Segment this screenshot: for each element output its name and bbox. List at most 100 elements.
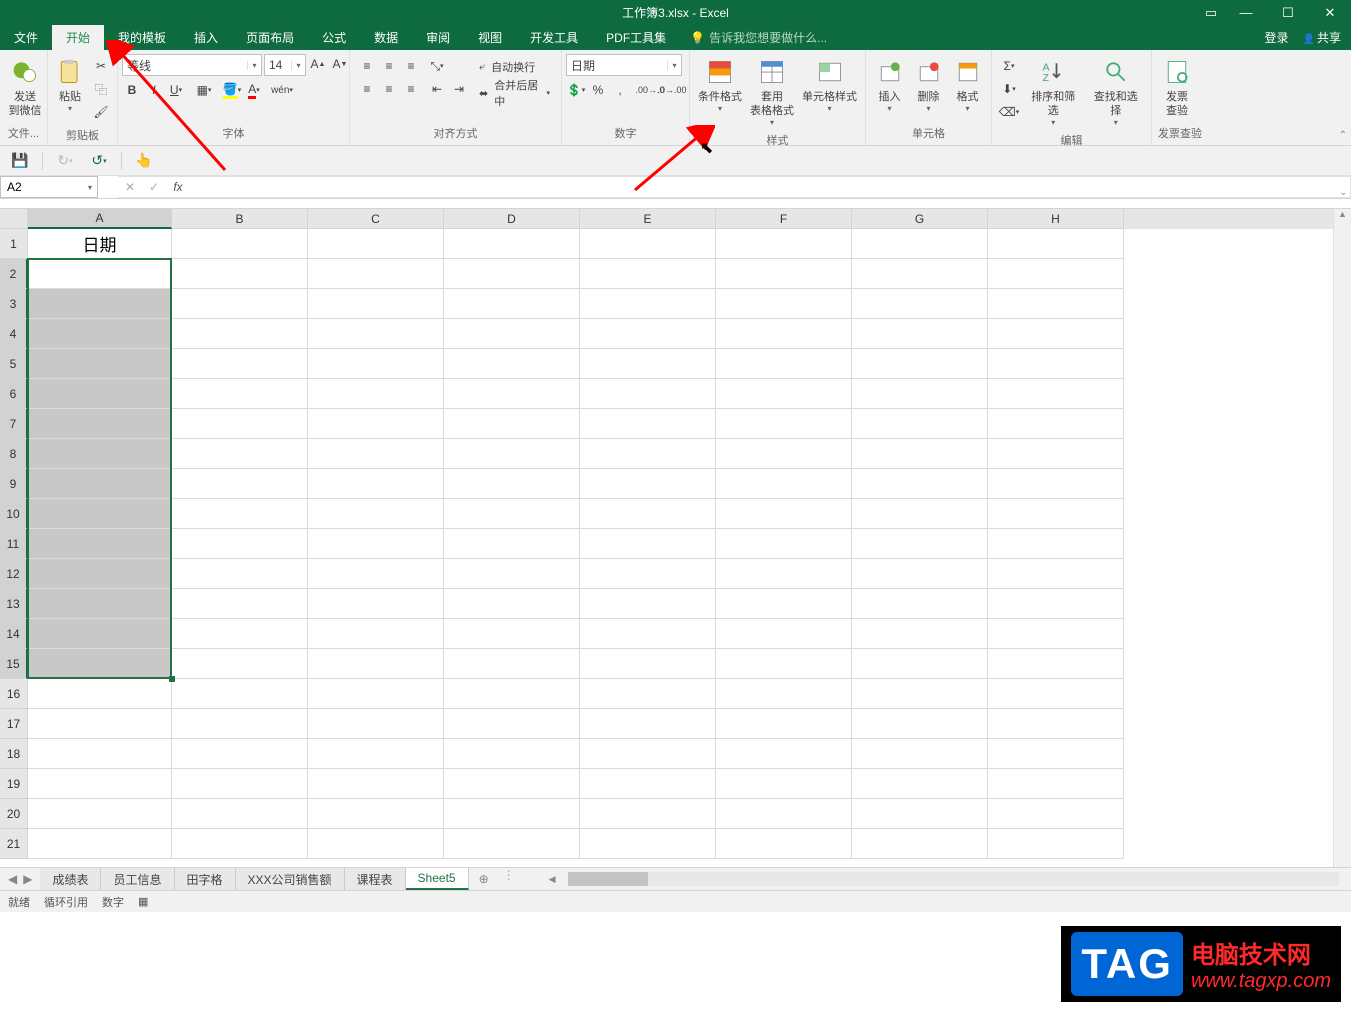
- sheet-tab[interactable]: XXX公司销售额: [236, 868, 345, 890]
- row-header[interactable]: 2: [0, 259, 28, 289]
- redo-button[interactable]: ↻▾: [53, 149, 77, 173]
- cell[interactable]: [308, 409, 444, 439]
- cell[interactable]: [172, 529, 308, 559]
- cell[interactable]: [28, 529, 172, 559]
- column-header[interactable]: G: [852, 209, 988, 229]
- fill-button[interactable]: ⬇▾: [999, 79, 1019, 99]
- sheet-tab[interactable]: 成绩表: [40, 868, 101, 890]
- italic-button[interactable]: I: [144, 80, 164, 100]
- cell[interactable]: [988, 469, 1124, 499]
- cell[interactable]: [716, 379, 852, 409]
- format-painter-button[interactable]: 🖌: [91, 102, 111, 122]
- column-header[interactable]: C: [308, 209, 444, 229]
- cell[interactable]: [716, 649, 852, 679]
- cell[interactable]: [988, 709, 1124, 739]
- cell[interactable]: [580, 799, 716, 829]
- cell[interactable]: [988, 529, 1124, 559]
- cell[interactable]: [716, 559, 852, 589]
- cell[interactable]: [580, 769, 716, 799]
- formula-input[interactable]: [190, 180, 1350, 194]
- cell[interactable]: [580, 409, 716, 439]
- tell-me-search[interactable]: 💡 告诉我您想要做什么...: [690, 25, 827, 50]
- cell[interactable]: [28, 709, 172, 739]
- login-link[interactable]: 登录: [1265, 29, 1289, 46]
- cell[interactable]: [308, 559, 444, 589]
- cell[interactable]: [580, 739, 716, 769]
- cell[interactable]: [716, 499, 852, 529]
- cell[interactable]: [852, 739, 988, 769]
- row-header[interactable]: 4: [0, 319, 28, 349]
- align-middle-button[interactable]: ≡: [379, 56, 399, 76]
- cell[interactable]: [28, 469, 172, 499]
- clear-button[interactable]: ⌫▾: [999, 102, 1019, 122]
- sheet-tab[interactable]: 员工信息: [101, 868, 174, 890]
- tab-view[interactable]: 视图: [464, 25, 516, 50]
- cell[interactable]: [988, 649, 1124, 679]
- shrink-font-button[interactable]: A▼: [330, 54, 350, 74]
- cell[interactable]: [988, 439, 1124, 469]
- cell[interactable]: [988, 499, 1124, 529]
- cell[interactable]: [580, 469, 716, 499]
- cell[interactable]: [580, 349, 716, 379]
- cell[interactable]: [444, 649, 580, 679]
- cell[interactable]: [28, 619, 172, 649]
- cell[interactable]: [28, 589, 172, 619]
- cell[interactable]: [852, 259, 988, 289]
- cell[interactable]: [580, 259, 716, 289]
- fill-handle[interactable]: [169, 676, 175, 682]
- cell[interactable]: [444, 829, 580, 859]
- vertical-scrollbar[interactable]: ▲: [1333, 209, 1351, 867]
- cell[interactable]: [28, 769, 172, 799]
- enter-formula-button[interactable]: ✓: [142, 180, 166, 194]
- cell[interactable]: [444, 379, 580, 409]
- cell[interactable]: [172, 769, 308, 799]
- accounting-format-button[interactable]: 💲▾: [566, 80, 586, 100]
- cell[interactable]: [28, 649, 172, 679]
- cell[interactable]: [852, 529, 988, 559]
- align-center-button[interactable]: ≡: [379, 79, 399, 99]
- select-all-corner[interactable]: [0, 209, 28, 229]
- cell[interactable]: [28, 829, 172, 859]
- cell[interactable]: [988, 739, 1124, 769]
- undo-button[interactable]: ↺▾: [87, 149, 111, 173]
- cell[interactable]: [172, 439, 308, 469]
- cell[interactable]: [308, 469, 444, 499]
- row-header[interactable]: 16: [0, 679, 28, 709]
- cell[interactable]: [444, 769, 580, 799]
- cell[interactable]: [716, 619, 852, 649]
- font-color-button[interactable]: A▾: [244, 80, 264, 100]
- cell[interactable]: [716, 469, 852, 499]
- sheet-tab[interactable]: 课程表: [345, 868, 406, 890]
- row-header[interactable]: 13: [0, 589, 28, 619]
- row-header[interactable]: 15: [0, 649, 28, 679]
- cell[interactable]: [28, 409, 172, 439]
- cell[interactable]: [172, 649, 308, 679]
- cell[interactable]: [308, 679, 444, 709]
- cell[interactable]: [172, 739, 308, 769]
- cell[interactable]: [308, 259, 444, 289]
- cell[interactable]: [28, 289, 172, 319]
- decrease-decimal-button[interactable]: .0→.00: [662, 80, 682, 100]
- comma-button[interactable]: ,: [610, 80, 630, 100]
- sheet-tab[interactable]: Sheet5: [406, 868, 469, 890]
- close-button[interactable]: ✕: [1309, 0, 1351, 25]
- cell[interactable]: [308, 529, 444, 559]
- row-header[interactable]: 9: [0, 469, 28, 499]
- cell[interactable]: [852, 379, 988, 409]
- cell[interactable]: [172, 679, 308, 709]
- cell[interactable]: [716, 259, 852, 289]
- orientation-button[interactable]: ⤡▾: [427, 56, 447, 76]
- cell[interactable]: [444, 349, 580, 379]
- cell[interactable]: [988, 259, 1124, 289]
- sheet-nav-next[interactable]: ▶: [23, 872, 32, 886]
- row-header[interactable]: 21: [0, 829, 28, 859]
- cell[interactable]: [580, 829, 716, 859]
- cell[interactable]: [852, 709, 988, 739]
- cell[interactable]: [444, 229, 580, 259]
- cell[interactable]: [444, 589, 580, 619]
- collapse-ribbon-button[interactable]: ⌃: [1339, 130, 1347, 141]
- tab-review[interactable]: 审阅: [412, 25, 464, 50]
- tab-page-layout[interactable]: 页面布局: [232, 25, 308, 50]
- cell[interactable]: [308, 589, 444, 619]
- cell[interactable]: [988, 349, 1124, 379]
